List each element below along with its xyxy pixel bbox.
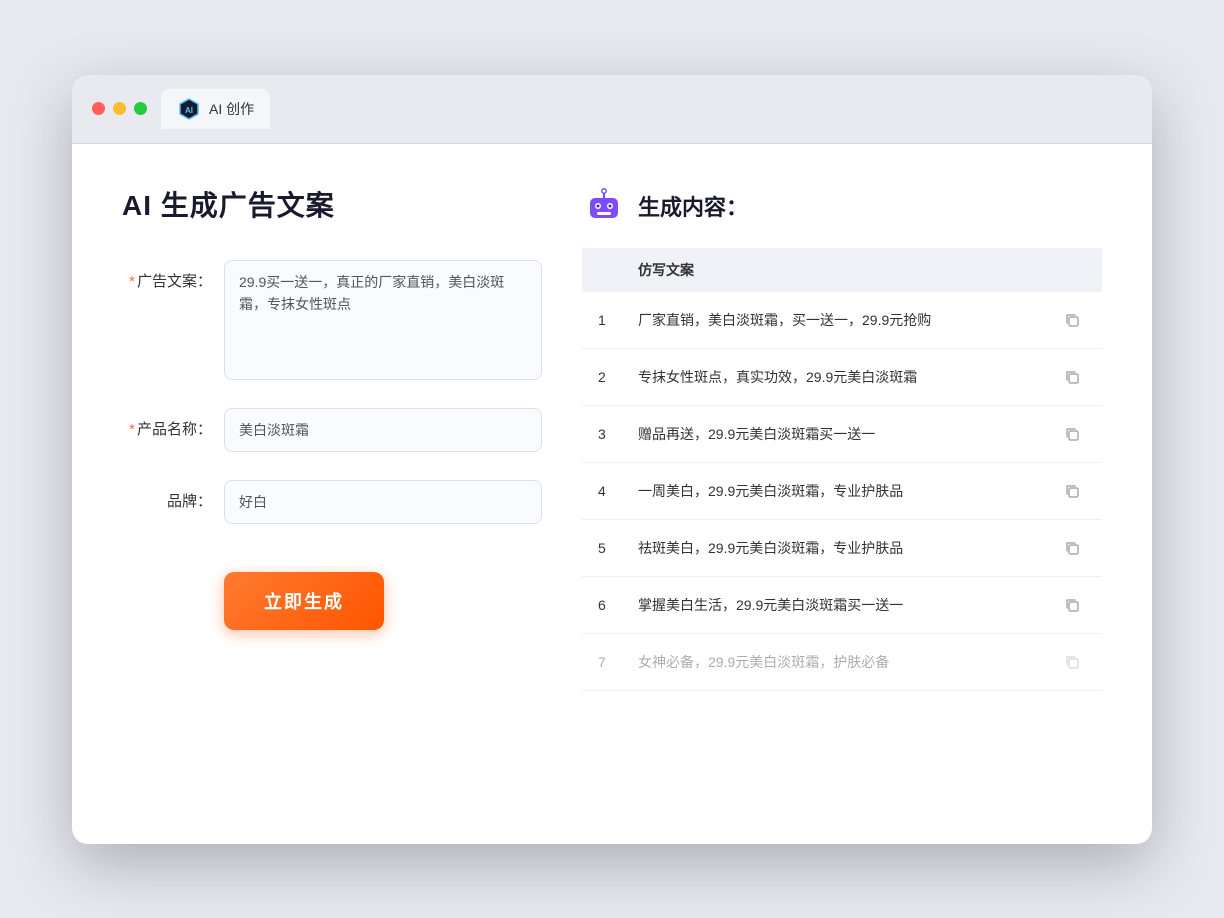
ad-copy-required: * [129, 273, 135, 290]
col-num [582, 248, 622, 292]
result-header: 生成内容： [582, 184, 1102, 228]
table-row: 4一周美白，29.9元美白淡斑霜，专业护肤品 [582, 462, 1102, 519]
row-number: 2 [582, 348, 622, 405]
product-name-label: *产品名称： [122, 408, 212, 439]
row-text: 厂家直销，美白淡斑霜，买一送一，29.9元抢购 [622, 292, 1042, 349]
close-button[interactable] [92, 102, 105, 115]
minimize-button[interactable] [113, 102, 126, 115]
row-text: 女神必备，29.9元美白淡斑霜，护肤必备 [622, 633, 1042, 690]
ad-copy-group: *广告文案： [122, 260, 542, 380]
row-number: 6 [582, 576, 622, 633]
generate-button[interactable]: 立即生成 [224, 572, 384, 630]
copy-button[interactable] [1058, 648, 1086, 676]
row-text: 掌握美白生活，29.9元美白淡斑霜买一送一 [622, 576, 1042, 633]
browser-content: AI 生成广告文案 *广告文案： *产品名称： 品牌： 立 [72, 144, 1152, 844]
table-row: 5祛斑美白，29.9元美白淡斑霜，专业护肤品 [582, 519, 1102, 576]
copy-button[interactable] [1058, 477, 1086, 505]
brand-group: 品牌： [122, 480, 542, 524]
maximize-button[interactable] [134, 102, 147, 115]
ai-tab-icon: AI [177, 97, 201, 121]
right-panel: 生成内容： 仿写文案 1厂家直销，美白淡斑霜，买一送一，29.9元抢购 2专抹女… [582, 184, 1102, 804]
results-table: 仿写文案 1厂家直销，美白淡斑霜，买一送一，29.9元抢购 2专抹女性斑点，真实… [582, 248, 1102, 691]
table-row: 7女神必备，29.9元美白淡斑霜，护肤必备 [582, 633, 1102, 690]
table-row: 2专抹女性斑点，真实功效，29.9元美白淡斑霜 [582, 348, 1102, 405]
ad-copy-input[interactable] [224, 260, 542, 380]
robot-icon [582, 184, 626, 228]
ad-copy-label: *广告文案： [122, 260, 212, 291]
row-text: 祛斑美白，29.9元美白淡斑霜，专业护肤品 [622, 519, 1042, 576]
product-name-group: *产品名称： [122, 408, 542, 452]
product-name-input[interactable] [224, 408, 542, 452]
row-number: 5 [582, 519, 622, 576]
col-header: 仿写文案 [622, 248, 1042, 292]
traffic-lights [92, 102, 147, 115]
page-title: AI 生成广告文案 [122, 184, 542, 224]
browser-titlebar: AI AI 创作 [72, 75, 1152, 144]
ai-tab[interactable]: AI AI 创作 [161, 89, 270, 129]
row-number: 4 [582, 462, 622, 519]
left-panel: AI 生成广告文案 *广告文案： *产品名称： 品牌： 立 [122, 184, 542, 804]
brand-label: 品牌： [122, 480, 212, 511]
table-row: 6掌握美白生活，29.9元美白淡斑霜买一送一 [582, 576, 1102, 633]
copy-button[interactable] [1058, 534, 1086, 562]
svg-text:AI: AI [185, 106, 193, 115]
copy-button[interactable] [1058, 306, 1086, 334]
table-row: 3赠品再送，29.9元美白淡斑霜买一送一 [582, 405, 1102, 462]
row-number: 3 [582, 405, 622, 462]
row-number: 1 [582, 292, 622, 349]
result-title: 生成内容： [638, 190, 748, 222]
browser-window: AI AI 创作 AI 生成广告文案 *广告文案： *产品名称： [72, 75, 1152, 844]
copy-button[interactable] [1058, 420, 1086, 448]
brand-input[interactable] [224, 480, 542, 524]
col-action [1042, 248, 1102, 292]
table-row: 1厂家直销，美白淡斑霜，买一送一，29.9元抢购 [582, 292, 1102, 349]
row-text: 赠品再送，29.9元美白淡斑霜买一送一 [622, 405, 1042, 462]
product-name-required: * [129, 421, 135, 438]
row-number: 7 [582, 633, 622, 690]
row-text: 专抹女性斑点，真实功效，29.9元美白淡斑霜 [622, 348, 1042, 405]
tab-label: AI 创作 [209, 99, 254, 119]
row-text: 一周美白，29.9元美白淡斑霜，专业护肤品 [622, 462, 1042, 519]
copy-button[interactable] [1058, 591, 1086, 619]
copy-button[interactable] [1058, 363, 1086, 391]
